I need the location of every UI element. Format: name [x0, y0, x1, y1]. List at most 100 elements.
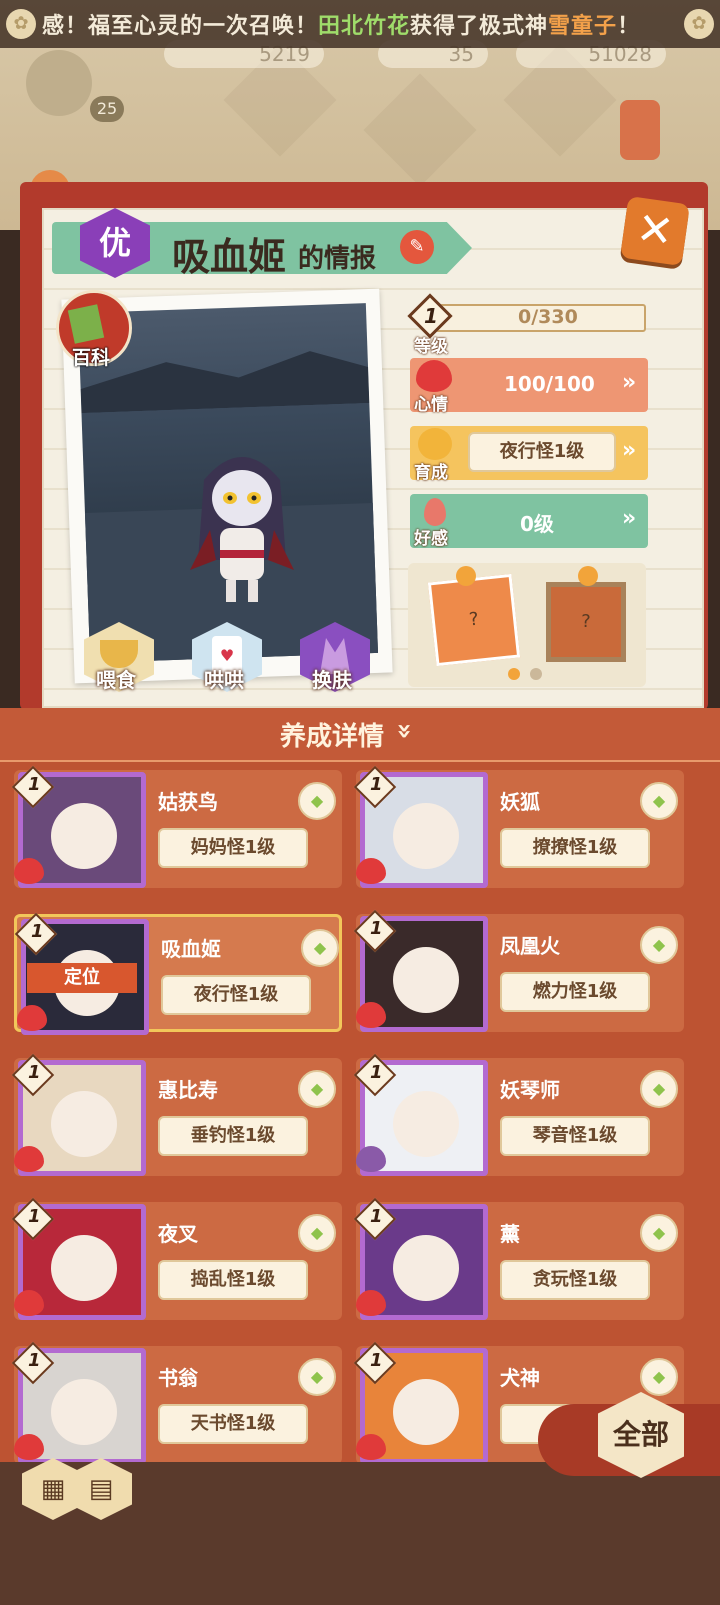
character-card[interactable]: 1 惠比寿 垂钓怪1级 ◆ — [11, 1053, 342, 1176]
growth-tag: 夜行怪1级 — [161, 975, 311, 1015]
mood-heart-icon — [14, 1146, 44, 1172]
level-value: 1 — [370, 774, 383, 795]
growth-tag: 琴音怪1级 — [500, 1116, 650, 1156]
mood-value: 100/100 — [504, 372, 595, 396]
leaf-gem-icon[interactable]: ◆ — [640, 782, 678, 820]
leaf-gem-icon[interactable]: ◆ — [640, 1070, 678, 1108]
pin-icon — [456, 566, 476, 586]
title-suffix: 的情报 — [298, 244, 377, 274]
locate-tag[interactable]: 定位 — [27, 963, 137, 993]
level-value: 1 — [31, 921, 44, 942]
character-name: 妖琴师 — [500, 1078, 560, 1102]
player-avatar[interactable] — [26, 50, 92, 116]
leaf-gem-icon[interactable]: ◆ — [640, 1358, 678, 1396]
growth-chevron-icon: » — [622, 438, 637, 463]
character-name: 书翁 — [158, 1366, 198, 1390]
level-value: 1 — [28, 774, 41, 795]
ticker-text-post: ！ — [617, 14, 641, 39]
leaf-gem-icon[interactable]: ◆ — [640, 1214, 678, 1252]
leaf-gem-icon[interactable]: ◆ — [298, 782, 336, 820]
ticker-text-pre: 感！福至心灵的一次召唤！ — [42, 14, 319, 39]
face-illustration — [393, 1091, 459, 1157]
character-card[interactable]: 1 妖琴师琴音怪1级 ◆ — [353, 1053, 684, 1176]
leaf-gem-icon[interactable]: ◆ — [298, 1214, 336, 1252]
character-name: 夜叉 — [158, 1222, 198, 1246]
page-dot-active[interactable] — [508, 668, 520, 680]
growth-tag: 燃力怪1级 — [500, 972, 650, 1012]
face-illustration — [51, 1235, 117, 1301]
mood-heart-icon — [356, 858, 386, 884]
growth-tag: 垂钓怪1级 — [158, 1116, 308, 1156]
character-card[interactable]: 1 薰贪玩怪1级 ◆ — [353, 1197, 684, 1320]
petal-icon — [424, 498, 446, 526]
growth-tag: 夜行怪1级 — [468, 432, 616, 472]
leaf-gem-icon[interactable]: ◆ — [298, 1070, 336, 1108]
book-icon — [67, 304, 105, 344]
hidden-card-1[interactable]: ? — [427, 573, 521, 667]
growth-tag: 贪玩怪1级 — [500, 1260, 650, 1300]
affinity-label: 好感 — [414, 529, 448, 549]
close-button[interactable]: ✕ — [619, 195, 691, 267]
smiley-sun-icon — [418, 428, 452, 460]
growth-label: 育成 — [414, 463, 448, 483]
growth-tag: 撩撩怪1级 — [500, 828, 650, 868]
vampire-girl-sprite[interactable] — [186, 440, 298, 608]
announcement-ticker: ✿ 感！福至心灵的一次召唤！ 田北竹花 获得了极式神 雪童子 ！ ✿ — [0, 0, 720, 48]
growth-tag: 天书怪1级 — [158, 1404, 308, 1444]
mood-heart-icon — [356, 1290, 386, 1316]
mood-heart-icon — [14, 858, 44, 884]
skin-label: 换肤 — [312, 668, 352, 692]
flower-icon: ✿ — [6, 9, 36, 39]
character-card[interactable]: 1 书翁天书怪1级 ◆ — [11, 1341, 342, 1464]
face-illustration — [393, 947, 459, 1013]
rename-pencil-icon[interactable]: ✎ — [400, 230, 434, 264]
mood-heart-icon — [14, 1434, 44, 1460]
leaf-gem-icon[interactable]: ◆ — [298, 1358, 336, 1396]
character-name: 犬神 — [500, 1366, 540, 1390]
hidden-card-2[interactable]: ? — [546, 582, 626, 662]
mood-chevron-icon: » — [622, 370, 637, 395]
mood-heart-icon — [356, 1146, 386, 1172]
encyclopedia-label: 百科 — [72, 347, 111, 369]
ticker-shikigami: 雪童子 — [548, 14, 618, 39]
mood-label: 心情 — [414, 395, 448, 415]
character-card[interactable]: 1 凤凰火 燃力怪1级 ◆ — [353, 909, 684, 1032]
affinity-value: 0级 — [520, 512, 554, 536]
character-name: 凤凰火 — [500, 934, 560, 958]
level-value: 1 — [28, 1206, 41, 1227]
coax-label: 哄哄 — [204, 668, 244, 692]
ticker-text-mid: 获得了极式神 — [410, 14, 549, 39]
character-name: 姑获鸟 — [158, 790, 218, 814]
level-value: 1 — [370, 1062, 383, 1083]
character-card[interactable]: 1 夜叉 捣乱怪1级 ◆ — [11, 1197, 342, 1320]
character-name: 薰 — [500, 1222, 520, 1246]
feed-label: 喂食 — [96, 668, 136, 692]
face-illustration — [393, 1379, 459, 1445]
face-illustration — [393, 803, 459, 869]
face-illustration — [51, 1379, 117, 1445]
face-illustration — [393, 1235, 459, 1301]
character-card[interactable]: 定位 1 吸血姬 夜行怪1级 ◆ — [14, 912, 342, 1035]
flower-icon: ✿ — [684, 9, 714, 39]
exp-value: 0/330 — [518, 306, 578, 328]
page-dot[interactable] — [530, 668, 542, 680]
ticker-player: 田北竹花 — [318, 14, 411, 39]
character-card[interactable]: 1 妖狐撩撩怪1级 ◆ — [353, 765, 684, 888]
collapse-chevron-icon[interactable]: » — [389, 723, 419, 740]
face-illustration — [51, 803, 117, 869]
character-name: 吸血姬 — [172, 235, 287, 279]
character-name: 惠比寿 — [158, 1078, 218, 1102]
level-value: 1 — [28, 1350, 41, 1371]
section-title: 养成详情 — [280, 722, 385, 752]
character-name: 妖狐 — [500, 790, 540, 814]
mood-heart-icon — [14, 1290, 44, 1316]
affinity-chevron-icon: » — [622, 506, 637, 531]
mood-heart-icon — [356, 1002, 386, 1028]
pin-icon — [578, 566, 598, 586]
character-card[interactable]: 1 姑获鸟 妈妈怪1级 ◆ — [11, 765, 342, 888]
level-value: 1 — [424, 304, 438, 328]
leaf-gem-icon[interactable]: ◆ — [640, 926, 678, 964]
leaf-gem-icon[interactable]: ◆ — [301, 929, 339, 967]
mood-heart-icon — [17, 1005, 47, 1031]
level-value: 1 — [370, 1350, 383, 1371]
